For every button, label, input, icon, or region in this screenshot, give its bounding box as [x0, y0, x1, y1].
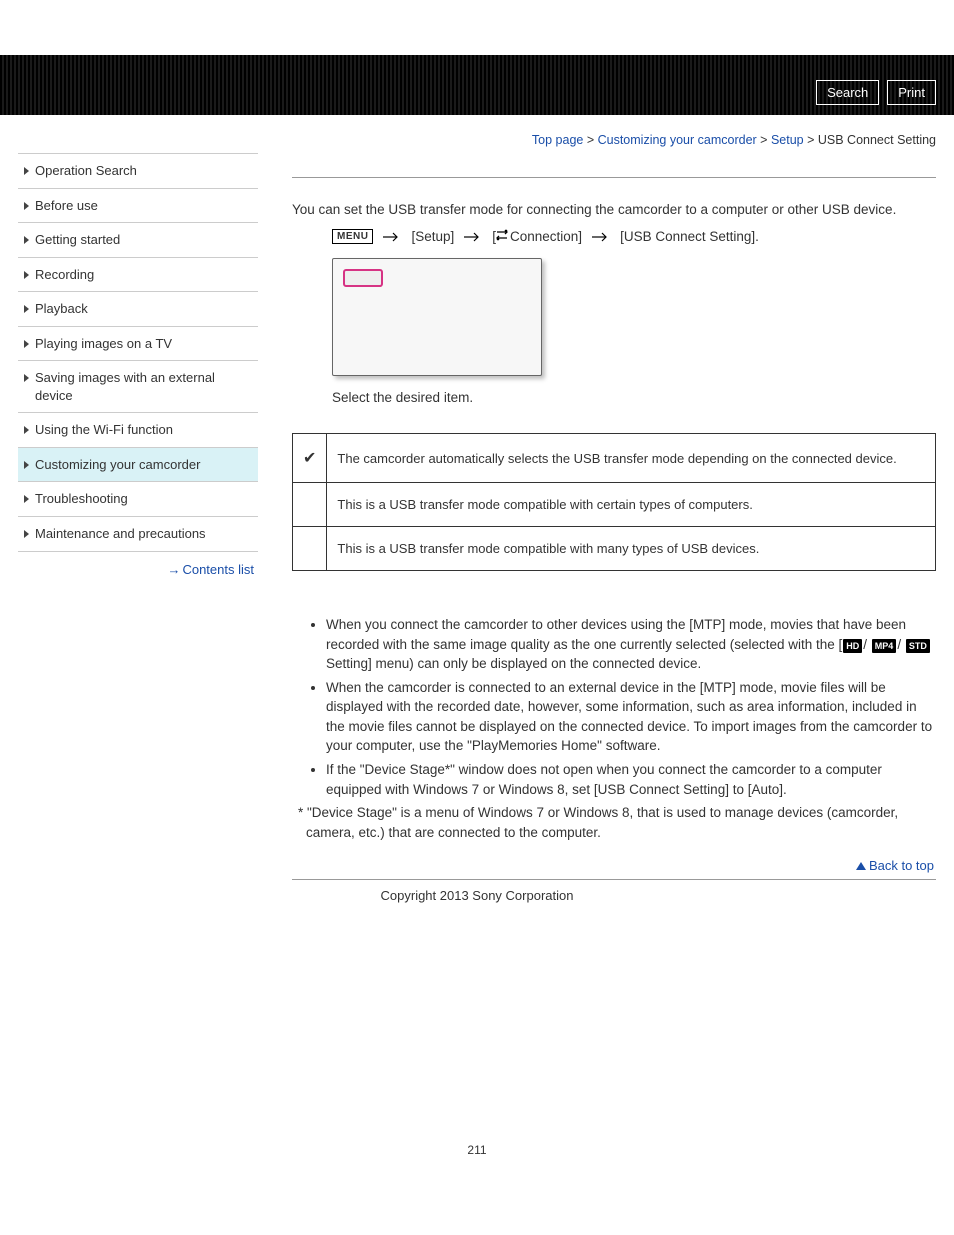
- sidebar-item-saving-external[interactable]: Saving images with an external device: [18, 361, 258, 413]
- sidebar-item-label: Operation Search: [35, 162, 137, 180]
- section-rule: [292, 177, 936, 178]
- caret-icon: [24, 426, 29, 434]
- option-desc: The camcorder automatically selects the …: [327, 434, 936, 483]
- arrow-right-icon: →: [167, 562, 178, 577]
- caret-icon: [24, 495, 29, 503]
- intro-text: You can set the USB transfer mode for co…: [292, 202, 936, 217]
- sidebar-item-operation-search[interactable]: Operation Search: [18, 154, 258, 189]
- sidebar-item-label: Maintenance and precautions: [35, 525, 206, 543]
- main-content: You can set the USB transfer mode for co…: [258, 147, 954, 880]
- sidebar-item-label: Before use: [35, 197, 98, 215]
- breadcrumb: Top page > Customizing your camcorder > …: [0, 115, 954, 147]
- table-row: This is a USB transfer mode compatible w…: [293, 483, 936, 527]
- sidebar: Operation Search Before use Getting star…: [0, 147, 258, 577]
- note-item: If the "Device Stage*" window does not o…: [326, 760, 936, 799]
- options-table: ✔ The camcorder automatically selects th…: [292, 433, 936, 571]
- sidebar-item-playing-tv[interactable]: Playing images on a TV: [18, 327, 258, 362]
- caret-icon: [24, 340, 29, 348]
- sidebar-item-before-use[interactable]: Before use: [18, 189, 258, 224]
- option-mark: [293, 483, 327, 527]
- copyright-text: Copyright 2013 Sony Corporation: [0, 880, 954, 923]
- sidebar-item-customizing[interactable]: Customizing your camcorder: [18, 448, 258, 483]
- sidebar-item-label: Saving images with an external device: [35, 369, 252, 404]
- caret-icon: [24, 271, 29, 279]
- option-mark: [293, 527, 327, 571]
- table-row: This is a USB transfer mode compatible w…: [293, 527, 936, 571]
- select-instruction: Select the desired item.: [332, 390, 936, 405]
- table-row: ✔ The camcorder automatically selects th…: [293, 434, 936, 483]
- note-item: When the camcorder is connected to an ex…: [326, 678, 936, 756]
- option-desc: This is a USB transfer mode compatible w…: [327, 483, 936, 527]
- breadcrumb-cat2[interactable]: Setup: [771, 133, 804, 147]
- caret-icon: [24, 530, 29, 538]
- breadcrumb-cat1[interactable]: Customizing your camcorder: [598, 133, 757, 147]
- path-setting: [USB Connect Setting].: [620, 229, 759, 244]
- sidebar-item-recording[interactable]: Recording: [18, 258, 258, 293]
- caret-icon: [24, 236, 29, 244]
- sidebar-item-maintenance[interactable]: Maintenance and precautions: [18, 517, 258, 552]
- header-banner: Search Print: [0, 55, 954, 115]
- sidebar-item-getting-started[interactable]: Getting started: [18, 223, 258, 258]
- path-setup: [Setup]: [411, 229, 454, 244]
- sidebar-item-playback[interactable]: Playback: [18, 292, 258, 327]
- caret-icon: [24, 167, 29, 175]
- format-badge-hd: HD: [843, 639, 862, 653]
- contents-list-link[interactable]: Contents list: [182, 562, 254, 577]
- option-desc: This is a USB transfer mode compatible w…: [327, 527, 936, 571]
- arrow-icon: [592, 232, 610, 242]
- sidebar-item-label: Using the Wi-Fi function: [35, 421, 173, 439]
- back-to-top-link[interactable]: Back to top: [869, 858, 934, 873]
- connection-icon: [496, 229, 510, 241]
- arrow-icon: [464, 232, 482, 242]
- format-badge-std: STD: [906, 639, 930, 653]
- path-connection: [Connection]: [492, 229, 582, 244]
- search-button[interactable]: Search: [816, 80, 879, 105]
- menu-button-icon: MENU: [332, 229, 373, 244]
- caret-icon: [24, 461, 29, 469]
- camcorder-screenshot: [332, 258, 542, 376]
- page-number: 211: [0, 923, 954, 1157]
- note-item: When you connect the camcorder to other …: [326, 615, 936, 674]
- sidebar-item-troubleshooting[interactable]: Troubleshooting: [18, 482, 258, 517]
- caret-icon: [24, 374, 29, 382]
- caret-icon: [24, 305, 29, 313]
- option-mark: ✔: [293, 434, 327, 483]
- sidebar-item-label: Playing images on a TV: [35, 335, 172, 353]
- arrow-icon: [383, 232, 401, 242]
- menu-path: MENU [Setup] [Connection] [USB Connect S…: [332, 229, 936, 244]
- format-badge-mp4: MP4: [872, 639, 897, 653]
- sidebar-item-label: Customizing your camcorder: [35, 456, 200, 474]
- sidebar-item-label: Playback: [35, 300, 88, 318]
- note-asterisk: * "Device Stage" is a menu of Windows 7 …: [292, 803, 936, 842]
- footer-rule: [292, 879, 936, 880]
- sidebar-item-label: Troubleshooting: [35, 490, 128, 508]
- notes-section: When you connect the camcorder to other …: [292, 615, 936, 842]
- sidebar-item-label: Recording: [35, 266, 94, 284]
- caret-icon: [24, 202, 29, 210]
- print-button[interactable]: Print: [887, 80, 936, 105]
- sidebar-item-label: Getting started: [35, 231, 120, 249]
- breadcrumb-top[interactable]: Top page: [532, 133, 583, 147]
- breadcrumb-current: USB Connect Setting: [818, 133, 936, 147]
- triangle-up-icon: [856, 862, 866, 870]
- sidebar-item-wifi[interactable]: Using the Wi-Fi function: [18, 413, 258, 448]
